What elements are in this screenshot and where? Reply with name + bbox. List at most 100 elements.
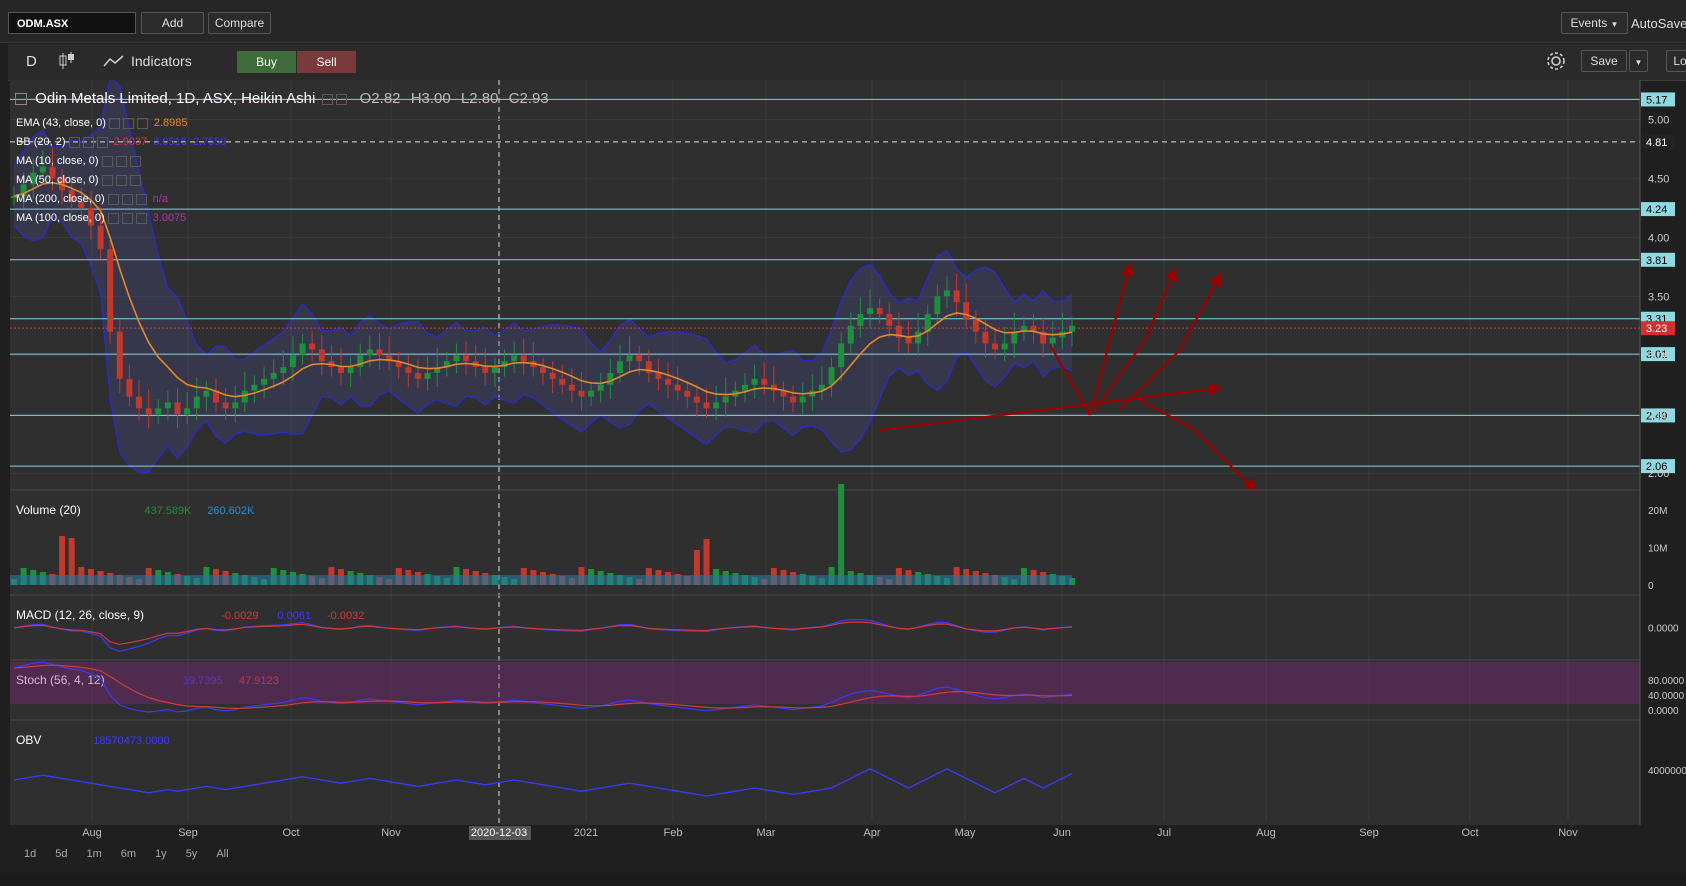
candle-body [963, 302, 970, 320]
close-icon[interactable] [135, 193, 147, 205]
candle-body [1049, 337, 1056, 344]
sell-button[interactable]: Sell [297, 51, 356, 73]
settings-icon[interactable] [121, 212, 133, 224]
interval-selector[interactable]: D [26, 53, 37, 70]
candle-body [559, 378, 566, 385]
eye-icon[interactable] [101, 174, 113, 186]
candle-body [261, 378, 268, 385]
symbol-input[interactable]: ODM.ASX [8, 12, 136, 34]
autosave-toggle[interactable]: AutoSave [1631, 16, 1686, 31]
candle-body [241, 390, 248, 403]
candle-body [270, 372, 277, 379]
indicator-row[interactable]: MA (200, close, 0) n/a [16, 190, 227, 209]
panel-value: 0.0061 [277, 610, 311, 622]
add-button[interactable]: Add [141, 12, 204, 34]
level-label: 4.24 [1646, 204, 1667, 216]
range-all[interactable]: All [216, 848, 228, 860]
price-chart[interactable]: 5.174.243.813.313.012.492.064.813.23 Vol… [0, 80, 1686, 840]
volume-bar [838, 484, 845, 585]
indicator-row[interactable]: EMA (43, close, 0) 2.8985 [16, 114, 227, 133]
candle-body [97, 225, 104, 250]
price-tick-label: 3.00 [1648, 350, 1669, 362]
close-icon[interactable] [129, 174, 141, 186]
candle-body [280, 367, 287, 373]
last-price-label: 3.23 [1646, 323, 1667, 335]
volume-ma-area [10, 575, 1072, 585]
range-5d[interactable]: 5d [55, 848, 67, 860]
panel-value: 437.589K [144, 505, 192, 517]
settings-icon[interactable] [115, 174, 127, 186]
events-dropdown[interactable]: Events ▼ [1561, 12, 1628, 34]
candle-body [761, 378, 768, 385]
candle-body [578, 390, 585, 397]
range-1y[interactable]: 1y [155, 848, 167, 860]
range-1m[interactable]: 1m [87, 848, 102, 860]
chevron-down-icon: ▼ [1610, 20, 1619, 29]
settings-icon[interactable] [121, 193, 133, 205]
x-tick-label: Aug [82, 827, 102, 839]
indicators-icon[interactable] [103, 54, 125, 71]
indicator-row[interactable]: MA (10, close, 0) [16, 152, 227, 171]
candle-body [857, 314, 864, 326]
eye-icon[interactable] [322, 93, 334, 105]
candle-body [549, 372, 556, 379]
candle-body [414, 372, 421, 379]
panel-tick-label: 4000000 [1648, 766, 1686, 777]
ohlc-high: H3.00 [410, 90, 451, 107]
collapse-icon[interactable] [15, 93, 27, 106]
settings-icon[interactable] [122, 117, 134, 129]
close-icon[interactable] [136, 117, 148, 129]
save-menu-chevron-down-icon[interactable]: ▼ [1629, 50, 1648, 72]
eye-icon[interactable] [107, 212, 119, 224]
events-label: Events [1570, 16, 1608, 30]
candle-body [713, 402, 720, 409]
indicator-value: 2.8985 [153, 117, 188, 129]
indicator-row[interactable]: BB (20, 2) 2.9037 3.0515 2.7559 [16, 133, 227, 152]
panel-tick-label: 0.0000 [1648, 706, 1679, 717]
range-6m[interactable]: 6m [121, 848, 136, 860]
eye-icon[interactable] [107, 193, 119, 205]
range-bar: 1d 5d 1m 6m 1y 5y All [24, 846, 248, 866]
candle-body [232, 402, 239, 409]
candle-body [1001, 343, 1008, 350]
settings-icon[interactable] [82, 136, 94, 148]
load-button[interactable]: Lo [1666, 50, 1686, 72]
candle-body [145, 408, 152, 415]
close-icon[interactable] [135, 212, 147, 224]
x-tick-label: Nov [1558, 827, 1578, 839]
close-icon[interactable] [96, 136, 108, 148]
candle-body [453, 355, 460, 362]
candle-body [655, 372, 662, 379]
candle-body [982, 331, 989, 344]
candle-body [799, 396, 806, 403]
close-icon[interactable] [129, 155, 141, 167]
save-button[interactable]: Save [1581, 50, 1627, 72]
candle-body [482, 367, 489, 373]
candle-body [164, 402, 171, 409]
range-1d[interactable]: 1d [24, 848, 36, 860]
eye-icon[interactable] [68, 136, 80, 148]
settings-gear-icon[interactable] [1545, 50, 1567, 75]
settings-icon[interactable] [336, 93, 348, 105]
indicator-row[interactable]: MA (50, close, 0) [16, 171, 227, 190]
candle-body [636, 355, 643, 362]
candle-body [299, 343, 306, 356]
settings-icon[interactable] [115, 155, 127, 167]
x-tick-label: Mar [757, 827, 776, 839]
candle-body [847, 325, 854, 344]
indicator-row[interactable]: MA (100, close, 0) 3.0075 [16, 209, 227, 228]
buy-button[interactable]: Buy [237, 51, 296, 73]
compare-button[interactable]: Compare [208, 12, 271, 34]
candle-body [338, 367, 345, 373]
candle-type-icon[interactable] [58, 51, 76, 74]
eye-icon[interactable] [101, 155, 113, 167]
candle-body [1011, 331, 1018, 344]
candle-body [424, 372, 431, 379]
price-tick-label: 4.00 [1648, 232, 1669, 244]
eye-icon[interactable] [108, 117, 120, 129]
indicator-value: n/a [152, 193, 168, 205]
candle-body [607, 372, 614, 385]
range-5y[interactable]: 5y [186, 848, 198, 860]
indicator-label: MA (200, close, 0) [16, 193, 105, 205]
indicators-button[interactable]: Indicators [131, 53, 192, 69]
